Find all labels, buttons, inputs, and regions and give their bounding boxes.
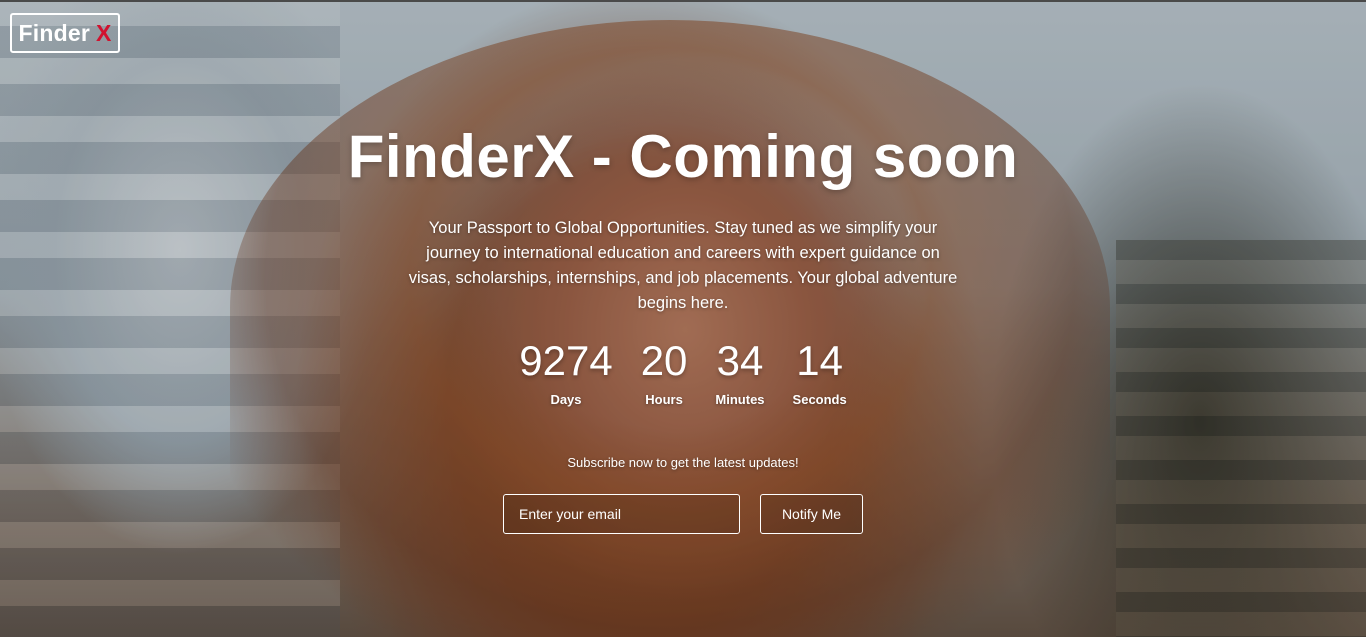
- countdown-days: 9274 Days: [505, 337, 626, 408]
- countdown-hours-value: 20: [640, 337, 688, 384]
- countdown-days-value: 9274: [519, 337, 613, 384]
- hero-description: Your Passport to Global Opportunities. S…: [408, 219, 958, 312]
- countdown-seconds: 14 Seconds: [779, 337, 861, 408]
- countdown-minutes-label: Minutes: [715, 392, 765, 407]
- coming-soon-page: Finder X FinderX - Coming soon Your Passp…: [0, 0, 1366, 637]
- countdown-seconds-value: 14: [796, 337, 843, 384]
- countdown-seconds-label: Seconds: [792, 392, 847, 407]
- email-field[interactable]: [503, 494, 740, 534]
- notify-me-button[interactable]: Notify Me: [760, 494, 863, 534]
- subscribe-text: Subscribe now to get the latest updates!: [567, 455, 799, 470]
- background-overlay: [0, 0, 1366, 637]
- countdown-timer: 9274 Days 20 Hours 34 Minutes 14 Seconds: [0, 337, 1366, 408]
- countdown-hours-label: Hours: [645, 392, 683, 407]
- countdown-minutes: 34 Minutes: [701, 337, 778, 408]
- countdown-hours: 20 Hours: [627, 337, 702, 408]
- top-border: [0, 0, 1366, 2]
- countdown-days-label: Days: [550, 392, 582, 407]
- logo[interactable]: Finder X: [10, 13, 120, 53]
- countdown-minutes-value: 34: [716, 337, 764, 384]
- logo-text: Finder: [18, 19, 90, 46]
- page-title: FinderX - Coming soon: [347, 123, 1019, 190]
- logo-accent: X: [95, 19, 112, 46]
